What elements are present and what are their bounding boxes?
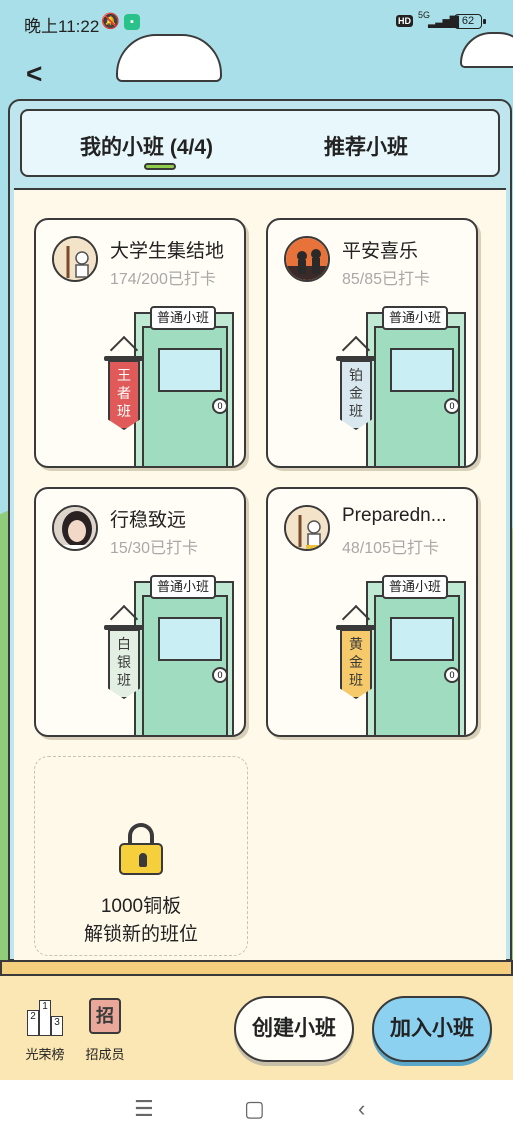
rank-banner: 白 银 班: [104, 604, 144, 701]
checkin-count: 174/200已打卡: [110, 271, 216, 288]
recruit-label: 招成员: [85, 1047, 125, 1062]
tab-recommended-classes[interactable]: 推荐小班: [324, 131, 408, 161]
class-avatar: [52, 505, 98, 551]
class-card[interactable]: 平安喜乐 85/85已打卡 0 普通小班 铂 金 班: [266, 218, 478, 468]
recruit-icon: 招: [85, 996, 125, 1040]
door-knob: 0: [212, 398, 228, 414]
join-class-button[interactable]: 加入小班: [372, 996, 492, 1062]
unlock-cost: 1000铜板: [100, 896, 182, 917]
tab-bar: 我的小班 (4/4) 推荐小班: [20, 109, 500, 177]
lock-icon: [119, 823, 163, 875]
tab-my-classes[interactable]: 我的小班 (4/4): [80, 131, 213, 161]
app-notification-icon: ▪: [124, 14, 140, 30]
checkin-count: 15/30已打卡: [110, 540, 199, 557]
rank-label: 白 银 班: [117, 636, 131, 688]
honor-board-label: 光荣榜: [25, 1047, 65, 1062]
classroom-door: 0: [134, 581, 234, 735]
class-name: 行稳致远: [110, 510, 187, 531]
rank-banner: 黄 金 班: [336, 604, 376, 701]
door-sign: 普通小班: [150, 575, 217, 599]
honor-board-button[interactable]: 2 1 3 光荣榜: [20, 996, 70, 1063]
class-card[interactable]: Preparedn... 48/105已打卡 0 普通小班 黄 金 班: [266, 487, 478, 737]
rank-banner: 王 者 班: [104, 335, 144, 432]
podium-icon: 2 1 3: [25, 996, 65, 1040]
checkin-count: 48/105已打卡: [342, 540, 439, 557]
checkin-count: 85/85已打卡: [342, 271, 431, 288]
create-class-button[interactable]: 创建小班: [234, 996, 354, 1062]
class-avatar: [52, 236, 98, 282]
back-icon[interactable]: <: [26, 58, 42, 90]
class-avatar: [284, 236, 330, 282]
hd-badge: HD: [396, 15, 413, 27]
menu-icon[interactable]: ☰: [134, 1096, 154, 1122]
class-name: 平安喜乐: [342, 241, 419, 262]
rank-label: 王 者 班: [117, 367, 131, 419]
door-knob: 0: [212, 667, 228, 683]
rank-label: 黄 金 班: [349, 636, 363, 688]
back-nav-icon[interactable]: ‹: [358, 1096, 365, 1122]
door-knob: 0: [444, 667, 460, 683]
battery-icon: 62: [454, 14, 486, 29]
class-card[interactable]: 行稳致远 15/30已打卡 0 普通小班 白 银 班: [34, 487, 246, 737]
door-knob: 0: [444, 398, 460, 414]
door-sign: 普通小班: [150, 306, 217, 330]
classroom-door: 0: [366, 312, 466, 466]
class-name: 大学生集结地: [110, 241, 225, 262]
active-tab-indicator: [144, 163, 176, 170]
class-avatar: [284, 505, 330, 551]
classroom-door: 0: [134, 312, 234, 466]
unlock-description: 解锁新的班位: [83, 924, 198, 945]
class-name: Preparedn...: [342, 505, 447, 526]
home-icon[interactable]: ▢: [244, 1096, 265, 1122]
system-nav-bar: ☰ ▢ ‹: [0, 1080, 513, 1140]
locked-class-slot[interactable]: 1000铜板 解锁新的班位: [34, 756, 248, 956]
mute-icon: 🔕: [101, 13, 120, 30]
door-sign: 普通小班: [382, 306, 449, 330]
rank-label: 铂 金 班: [349, 367, 363, 419]
class-card[interactable]: 大学生集结地 174/200已打卡 0 普通小班 王 者 班: [34, 218, 246, 468]
board-ledge: [0, 960, 513, 976]
recruit-button[interactable]: 招 招成员: [80, 996, 130, 1063]
signal-icon: ▂▃▅▇: [428, 14, 459, 28]
status-time: 晚上11:22: [24, 17, 100, 36]
classroom-door: 0: [366, 581, 466, 735]
door-sign: 普通小班: [382, 575, 449, 599]
status-bar: 晚上11:22 🔕 ▪ HD 5G ▂▃▅▇ 62: [0, 0, 513, 46]
rank-banner: 铂 金 班: [336, 335, 376, 432]
